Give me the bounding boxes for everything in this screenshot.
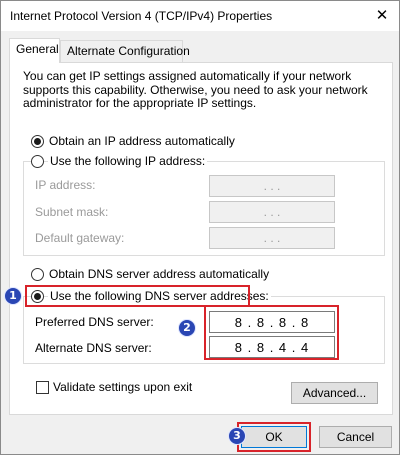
advanced-button[interactable]: Advanced...: [291, 382, 378, 404]
obtain-dns-auto-radio[interactable]: [31, 268, 44, 281]
window-title: Internet Protocol Version 4 (TCP/IPv4) P…: [10, 9, 273, 23]
step-2-badge: 2: [178, 319, 196, 337]
obtain-dns-auto-label[interactable]: Obtain DNS server address automatically: [49, 267, 269, 281]
ip-address-field[interactable]: . . .: [209, 175, 335, 197]
alternate-dns-label: Alternate DNS server:: [35, 341, 152, 355]
tab-general[interactable]: General: [9, 38, 60, 63]
cancel-button[interactable]: Cancel: [319, 426, 392, 448]
validate-settings-label[interactable]: Validate settings upon exit: [53, 380, 192, 394]
use-following-ip-radio[interactable]: [31, 155, 44, 168]
use-following-ip-label[interactable]: Use the following IP address:: [48, 154, 208, 168]
step-1-badge: 1: [4, 287, 22, 305]
default-gateway-label: Default gateway:: [35, 231, 125, 245]
radio-selected-dot: [34, 293, 41, 300]
subnet-mask-field[interactable]: . . .: [209, 201, 335, 223]
use-following-dns-radio[interactable]: [31, 290, 44, 303]
radio-selected-dot: [34, 138, 41, 145]
properties-dialog: Internet Protocol Version 4 (TCP/IPv4) P…: [0, 0, 400, 455]
validate-settings-checkbox[interactable]: [36, 381, 49, 394]
title-bar: Internet Protocol Version 4 (TCP/IPv4) P…: [1, 1, 399, 31]
ip-address-label: IP address:: [35, 178, 96, 192]
preferred-dns-field[interactable]: 8 . 8 . 8 . 8: [209, 311, 335, 333]
step-3-badge: 3: [228, 427, 246, 445]
close-button[interactable]: ✕: [371, 5, 393, 27]
info-text: You can get IP settings assigned automat…: [23, 69, 368, 110]
ok-button[interactable]: OK: [241, 426, 307, 448]
default-gateway-field[interactable]: . . .: [209, 227, 335, 249]
alternate-dns-field[interactable]: 8 . 8 . 4 . 4: [209, 336, 335, 358]
obtain-ip-auto-label[interactable]: Obtain an IP address automatically: [49, 134, 235, 148]
tab-alternate-configuration[interactable]: Alternate Configuration: [60, 40, 190, 62]
use-following-dns-label[interactable]: Use the following DNS server addresses:: [48, 289, 271, 303]
subnet-mask-label: Subnet mask:: [35, 205, 109, 219]
obtain-ip-auto-radio[interactable]: [31, 135, 44, 148]
preferred-dns-label: Preferred DNS server:: [35, 315, 154, 329]
